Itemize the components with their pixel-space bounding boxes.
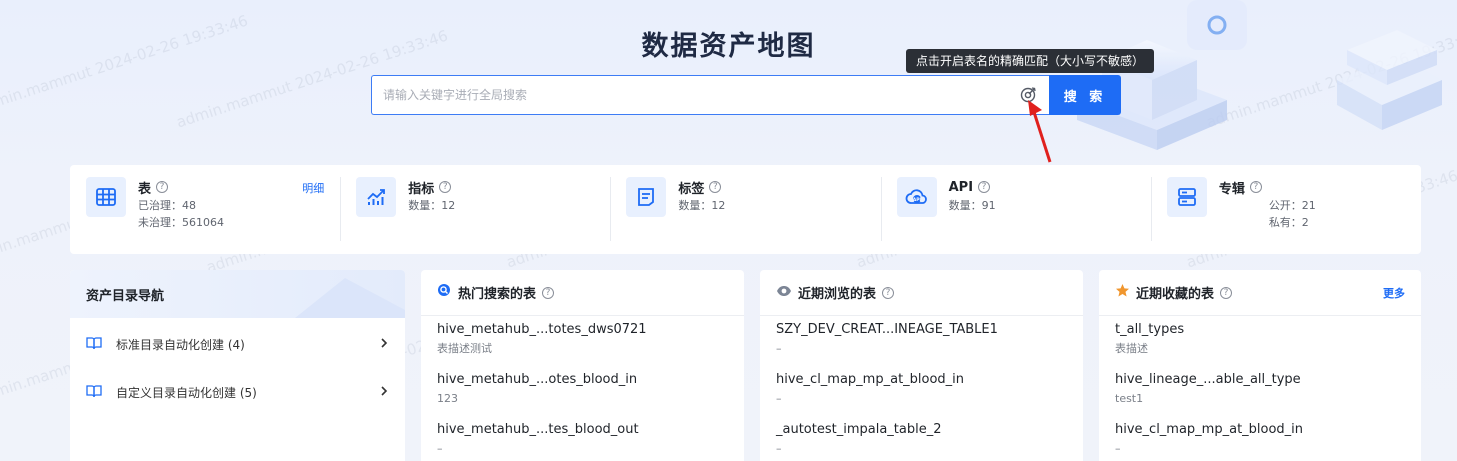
stat-value: 数量：12 [408, 199, 456, 212]
svg-text:API: API [912, 197, 921, 203]
table-name: hive_lineage_...able_all_type [1115, 372, 1301, 387]
card-title: 热门搜索的表 [458, 287, 537, 302]
stat-value: 数量：91 [948, 199, 996, 212]
hot-search-card: 热门搜索的表 ? hive_metahub_...totes_dws0721 表描… [421, 270, 744, 461]
help-icon[interactable]: ? [542, 286, 555, 299]
red-arrow-annotation [1028, 100, 1052, 163]
table-desc: test1 [1115, 392, 1144, 405]
table-row[interactable]: hive_cl_map_mp_at_blood_in – [1099, 416, 1421, 461]
stat-title: 专辑 [1218, 181, 1245, 197]
search-bar: 搜 索 [371, 75, 1121, 115]
stat-title: 标签 [678, 181, 705, 197]
table-icon [86, 177, 126, 217]
help-icon[interactable]: ? [439, 181, 452, 193]
stat-metric[interactable]: 指标? 数量：12 [340, 165, 610, 254]
table-name: t_all_types [1115, 322, 1185, 337]
tag-doc-icon [626, 177, 667, 217]
stat-detail-link[interactable]: 明细 [302, 180, 324, 196]
card-title: 近期浏览的表 [798, 287, 877, 302]
table-name: hive_cl_map_mp_at_blood_in [1115, 422, 1304, 437]
card-title: 近期收藏的表 [1136, 287, 1215, 302]
stat-tag[interactable]: 标签? 数量：12 [610, 165, 880, 254]
stat-value: 已治理：48 [138, 199, 196, 212]
stat-value: 公开：21 [1268, 199, 1316, 212]
eye-icon [776, 285, 792, 301]
stat-album[interactable]: 专辑? 公开：21 私有：2 [1150, 165, 1421, 254]
table-desc: 表描述测试 [437, 342, 492, 355]
table-row[interactable]: t_all_types 表描述 [1099, 316, 1421, 366]
book-icon [86, 384, 102, 401]
star-icon [1115, 283, 1130, 302]
table-row[interactable]: hive_metahub_...otes_blood_in 123 [421, 366, 744, 416]
book-icon [86, 336, 102, 353]
catalog-nav-card: 资产目录导航 标准目录自动化创建 (4) 自定义目录自动化创建 (5) [70, 270, 405, 461]
catalog-nav-title: 资产目录导航 [86, 288, 165, 304]
asset-stats-bar: 表? 已治理：48 未治理：561064 明细 指标? 数量：12 标签? 数量… [70, 165, 1421, 254]
page-title: 数据资产地图 [641, 31, 816, 62]
chevron-right-icon [379, 385, 389, 399]
nav-item-standard-catalog[interactable]: 标准目录自动化创建 (4) [70, 320, 405, 368]
table-desc: 表描述 [1115, 342, 1148, 355]
chart-icon [356, 177, 397, 217]
table-name: hive_cl_map_mp_at_blood_in [776, 372, 965, 387]
table-desc: – [776, 392, 782, 405]
table-row[interactable]: hive_metahub_...tes_blood_out – [421, 416, 744, 461]
table-name: hive_metahub_...totes_dws0721 [437, 322, 647, 337]
server-icon [1166, 177, 1207, 217]
more-link[interactable]: 更多 [1383, 285, 1405, 301]
stat-table[interactable]: 表? 已治理：48 未治理：561064 明细 [70, 165, 340, 254]
recent-viewed-card: 近期浏览的表 ? SZY_DEV_CREAT...INEAGE_TABLE1– … [760, 270, 1083, 461]
help-icon[interactable]: ? [1220, 286, 1233, 299]
table-row[interactable]: _autotest_impala_table_2 – [760, 416, 1083, 461]
table-name: hive_metahub_...tes_blood_out [437, 422, 639, 437]
nav-item-label: 标准目录自动化创建 (4) [116, 337, 245, 352]
api-cloud-icon: API [896, 177, 937, 217]
table-row[interactable]: SZY_DEV_CREAT...INEAGE_TABLE1 – [760, 316, 1083, 366]
table-row[interactable]: hive_lineage_...able_all_type test1 [1099, 366, 1421, 416]
stat-value: 私有：2 [1268, 216, 1309, 229]
table-row[interactable]: hive_metahub_...totes_dws0721 表描述测试 [421, 316, 744, 366]
stat-title: 表 [138, 181, 152, 197]
table-desc: – [1115, 442, 1121, 455]
table-desc: – [776, 442, 782, 455]
search-input[interactable] [371, 75, 1049, 115]
help-icon[interactable]: ? [156, 181, 169, 193]
header-decoration [295, 278, 405, 318]
table-desc: 123 [437, 392, 458, 405]
catalog-nav-header: 资产目录导航 [70, 270, 405, 318]
stat-title: API [948, 179, 974, 195]
help-icon[interactable]: ? [882, 286, 895, 299]
chevron-right-icon [379, 337, 389, 351]
table-desc: – [437, 442, 443, 455]
help-icon[interactable]: ? [709, 181, 722, 193]
stat-value: 未治理：561064 [138, 216, 224, 229]
stat-title: 指标 [408, 181, 435, 197]
table-name: _autotest_impala_table_2 [776, 422, 942, 437]
search-bubble-icon [437, 283, 452, 302]
table-name: SZY_DEV_CREAT...INEAGE_TABLE1 [776, 322, 998, 337]
exact-match-tooltip: 点击开启表名的精确匹配（大小写不敏感） [906, 49, 1155, 73]
help-icon[interactable]: ? [978, 181, 991, 193]
nav-item-label: 自定义目录自动化创建 (5) [116, 385, 257, 400]
stat-value: 数量：12 [678, 199, 726, 212]
recent-favorites-card: 近期收藏的表 ? 更多 t_all_types 表描述 hive_lineage_… [1099, 270, 1421, 461]
stat-api[interactable]: API API? 数量：91 [880, 165, 1151, 254]
table-row[interactable]: hive_cl_map_mp_at_blood_in – [760, 366, 1083, 416]
table-desc: – [776, 342, 782, 355]
help-icon[interactable]: ? [1249, 181, 1262, 193]
nav-item-custom-catalog[interactable]: 自定义目录自动化创建 (5) [70, 368, 405, 416]
table-name: hive_metahub_...otes_blood_in [437, 372, 638, 387]
